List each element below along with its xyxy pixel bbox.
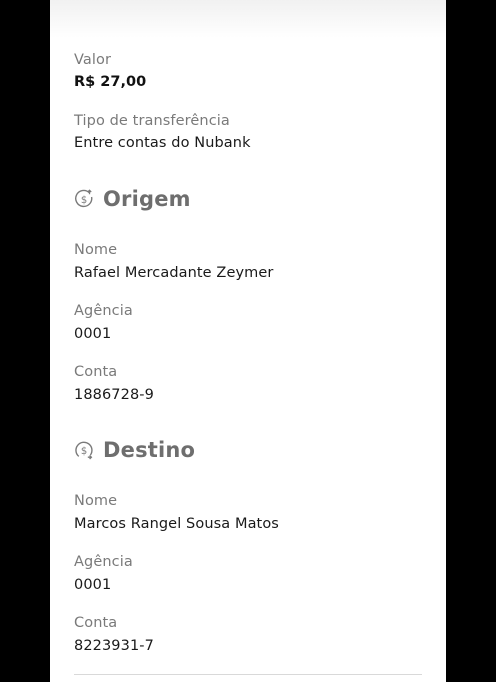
origin-section-header: $ Origem <box>74 186 191 212</box>
divider <box>74 674 422 675</box>
amount-value: R$ 27,00 <box>74 74 147 90</box>
origin-title: Origem <box>103 187 191 211</box>
receipt-panel: Valor R$ 27,00 Tipo de transferência Ent… <box>50 0 446 682</box>
svg-text:$: $ <box>81 446 87 457</box>
amount-label: Valor <box>74 52 112 68</box>
svg-text:$: $ <box>81 195 87 206</box>
destination-agency-value: 0001 <box>74 577 112 593</box>
destination-name-value: Marcos Rangel Sousa Matos <box>74 516 279 532</box>
destination-account-label: Conta <box>74 615 118 631</box>
money-in-icon: $ <box>75 441 93 460</box>
destination-section-header: $ Destino <box>74 437 195 463</box>
destination-account-value: 8223931-7 <box>74 638 154 654</box>
destination-agency-label: Agência <box>74 554 133 570</box>
transfer-type-value: Entre contas do Nubank <box>74 135 251 151</box>
origin-account-value: 1886728-9 <box>74 387 154 403</box>
origin-agency-value: 0001 <box>74 326 112 342</box>
top-shadow <box>50 0 446 38</box>
transfer-type-label: Tipo de transferência <box>74 113 230 129</box>
origin-agency-label: Agência <box>74 303 133 319</box>
origin-name-value: Rafael Mercadante Zeymer <box>74 265 274 281</box>
origin-account-label: Conta <box>74 364 118 380</box>
destination-title: Destino <box>103 438 196 462</box>
destination-name-label: Nome <box>74 493 118 509</box>
origin-name-label: Nome <box>74 242 118 258</box>
money-out-icon: $ <box>75 189 93 208</box>
